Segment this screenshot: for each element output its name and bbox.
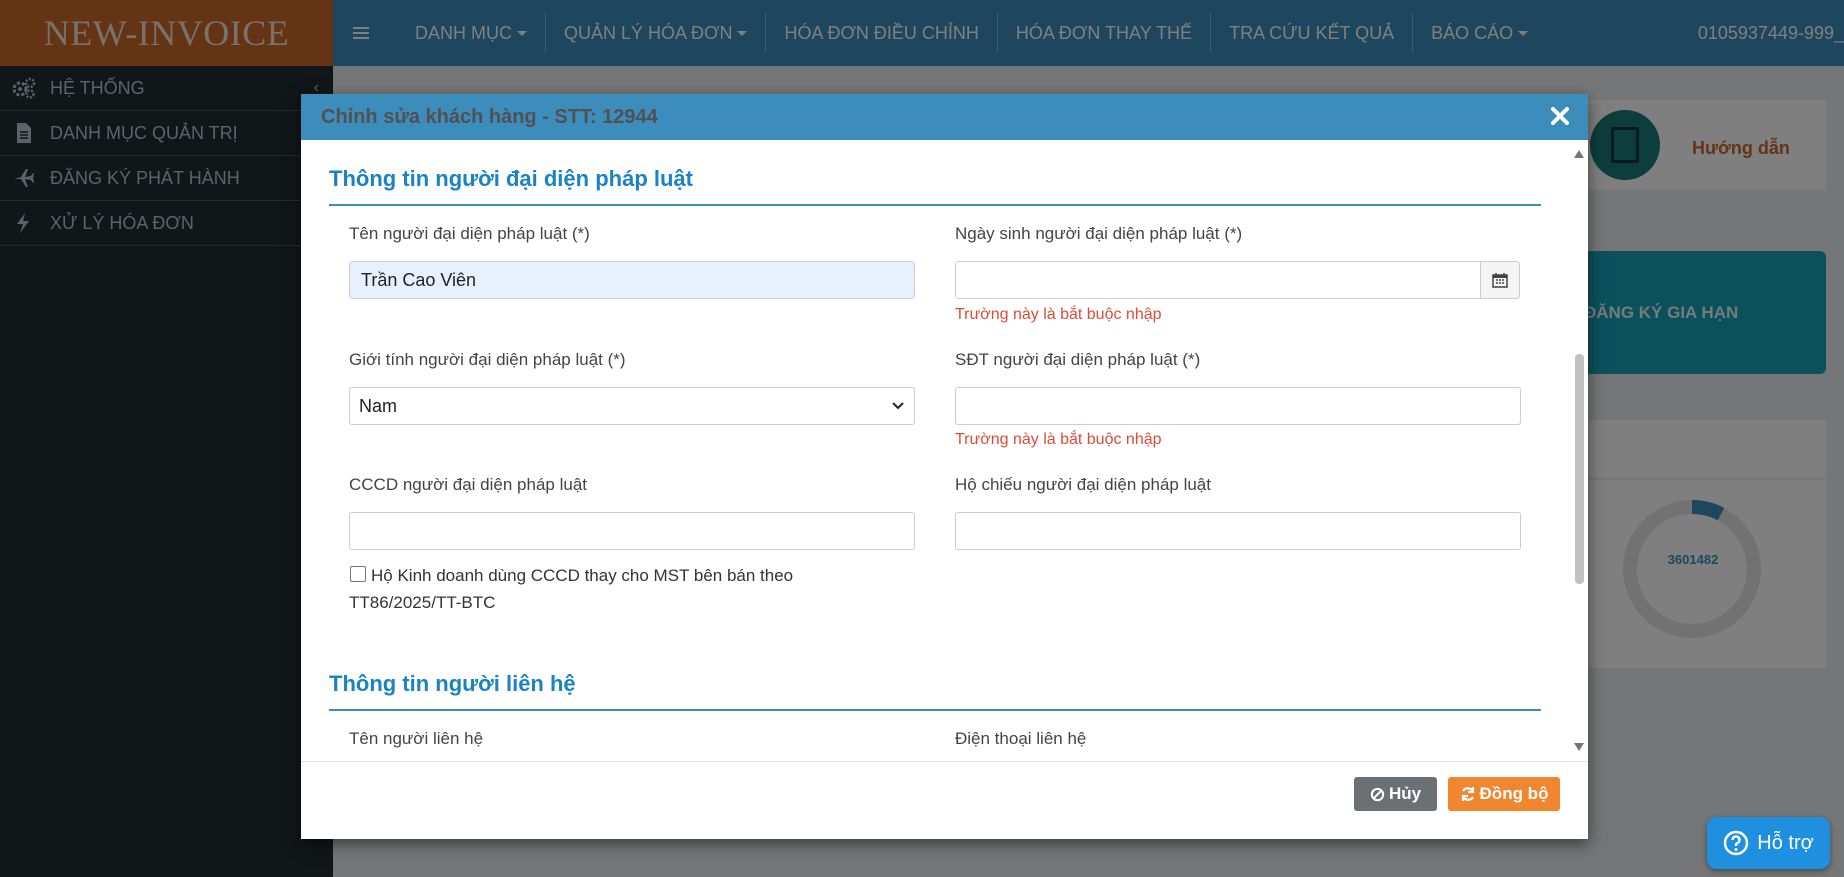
contact-name-label: Tên người liên hệ [349,729,484,748]
scroll-down-arrow-icon[interactable] [1574,743,1584,751]
sync-button-label: Đồng bộ [1479,784,1549,803]
rep-phone-input[interactable] [955,387,1521,425]
modal-title: Chỉnh sửa khách hàng - STT: 12944 [321,105,658,128]
modal-header: Chỉnh sửa khách hàng - STT: 12944 [301,94,1588,140]
question-circle-icon [1724,830,1749,856]
cancel-button[interactable]: Hủy [1354,777,1437,811]
calendar-icon[interactable] [1480,261,1520,299]
household-business-checkbox[interactable] [350,566,366,582]
close-icon[interactable] [1548,104,1572,128]
rep-passport-input[interactable] [955,512,1521,550]
rep-gender-select[interactable]: Nam [349,387,915,425]
sync-button[interactable]: Đồng bộ [1448,777,1560,811]
rep-dob-input[interactable] [955,261,1481,299]
section-contact-person: Thông tin người liên hệ [329,671,1541,711]
chevron-down-icon [892,402,904,410]
modal-body: Thông tin người đại diện pháp luật Tên n… [301,140,1588,761]
scroll-up-arrow-icon[interactable] [1574,150,1584,158]
rep-phone-label: SĐT người đại diện pháp luật (*) [955,350,1201,369]
contact-phone-label: Điện thoại liên hệ [955,729,1087,748]
edit-customer-modal: Chỉnh sửa khách hàng - STT: 12944 Thông … [301,94,1588,839]
support-chat-button[interactable]: Hỗ trợ [1707,817,1830,869]
rep-gender-value: Nam [359,395,398,416]
rep-phone-error: Trường này là bắt buộc nhập [955,431,1162,448]
section-legal-representative: Thông tin người đại diện pháp luật [329,166,1541,206]
modal-scrollbar[interactable] [1570,140,1588,761]
rep-passport-label: Hộ chiếu người đại diện pháp luật [955,475,1211,494]
rep-dob-label: Ngày sinh người đại diện pháp luật (*) [955,224,1243,243]
refresh-icon [1461,787,1474,801]
rep-dob-error: Trường này là bắt buộc nhập [955,306,1162,323]
scrollbar-thumb[interactable] [1575,354,1584,584]
rep-cccd-label: CCCD người đại diện pháp luật [349,475,587,494]
rep-name-input[interactable]: Trần Cao Viên [349,261,915,299]
rep-gender-label: Giới tính người đại diện pháp luật (*) [349,350,626,369]
rep-name-label: Tên người đại diện pháp luật (*) [349,224,590,243]
rep-cccd-input[interactable] [349,512,915,550]
household-business-label-line1[interactable]: Hộ Kinh doanh dùng CCCD thay cho MST bên… [371,562,793,589]
cancel-button-label: Hủy [1388,784,1422,803]
modal-footer: Hủy Đồng bộ [301,761,1588,839]
ban-icon [1370,787,1385,801]
support-label: Hỗ trợ [1757,831,1814,854]
household-business-label-line2[interactable]: TT86/2025/TT-BTC [349,589,495,616]
